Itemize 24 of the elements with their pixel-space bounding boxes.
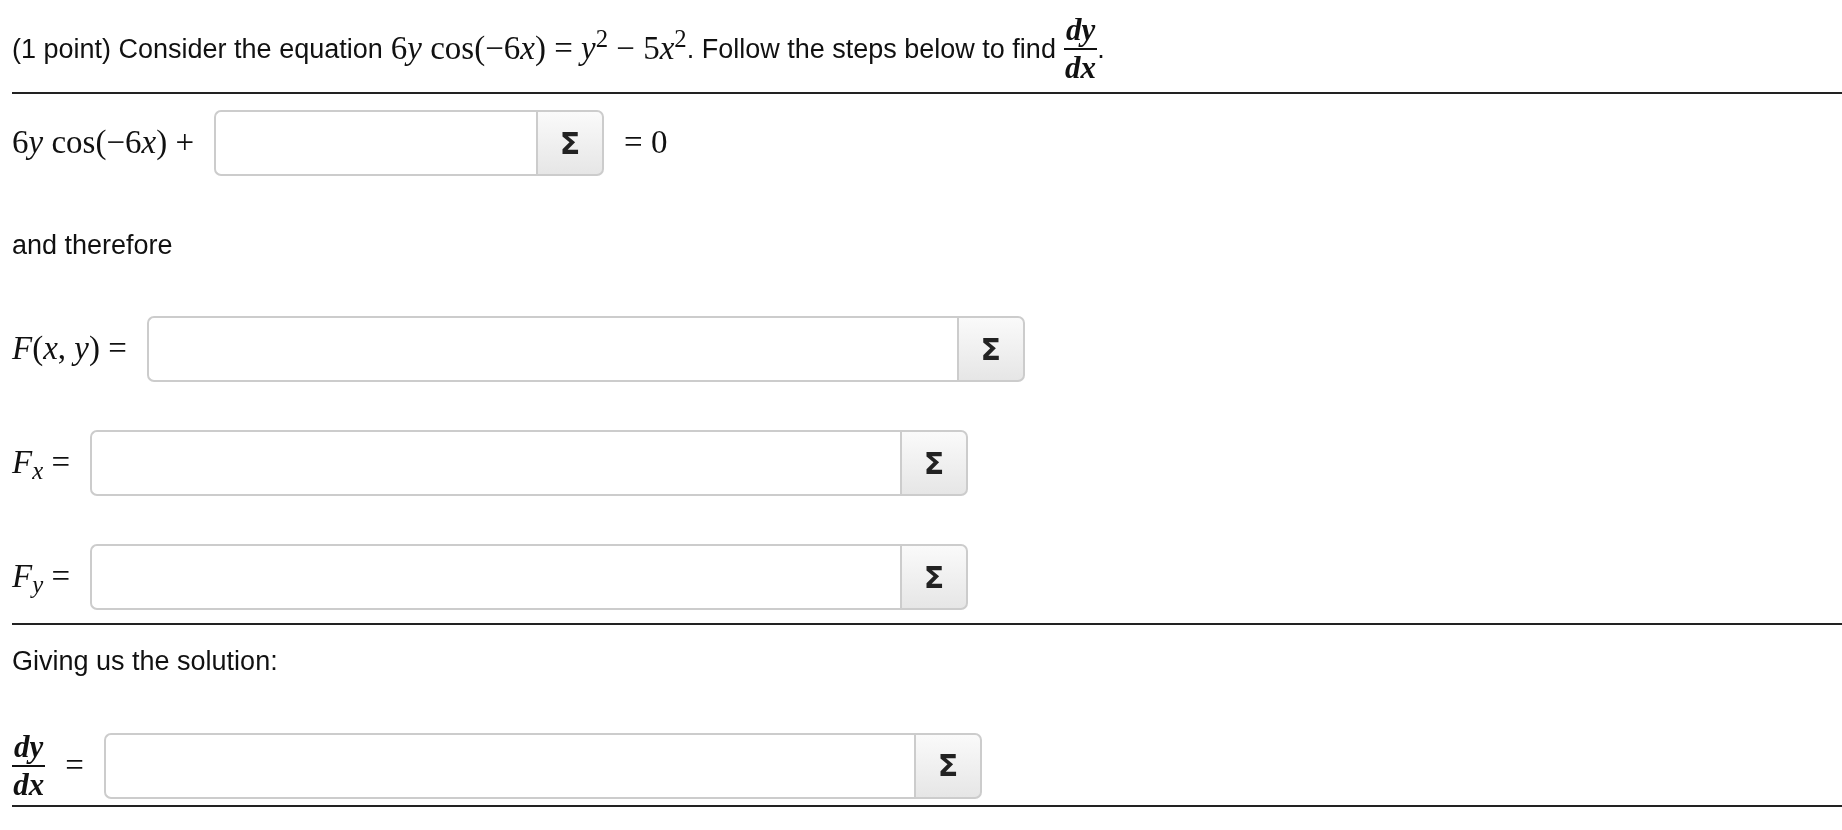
- question-text: (1 point) Consider the equation: [12, 32, 383, 66]
- body-text: Giving us the solution:: [12, 646, 279, 677]
- math-label: F$_{y}$ =: [12, 557, 71, 601]
- input-field[interactable]: [90, 544, 901, 610]
- math-label: 6y cos(−6x) +: [12, 123, 194, 163]
- input-field[interactable]: [90, 430, 901, 496]
- math-label: F(x, y) =: [12, 329, 127, 369]
- math-label: =: [65, 745, 84, 785]
- input-field[interactable]: [214, 110, 536, 176]
- body-text: and therefore: [12, 230, 174, 261]
- punctuation: .: [1097, 32, 1105, 66]
- fraction: dy dx: [1063, 12, 1098, 86]
- math-text: = 0: [624, 123, 668, 163]
- input-field[interactable]: [103, 732, 914, 799]
- math-label: F$_{x}$ =: [12, 443, 71, 487]
- input-field[interactable]: [146, 316, 957, 382]
- fraction: dy dx: [12, 729, 46, 803]
- sigma-button[interactable]: Σ: [956, 316, 1025, 382]
- sigma-button[interactable]: Σ: [536, 110, 604, 176]
- sigma-button[interactable]: Σ: [900, 544, 969, 610]
- equation: 6y cos(−6x) = y$^{2}$ − 5x$^{2}$: [390, 24, 687, 69]
- sigma-button[interactable]: Σ: [900, 430, 969, 496]
- sigma-button[interactable]: Σ: [913, 732, 982, 799]
- question-text: . Follow the steps below to find: [686, 32, 1056, 66]
